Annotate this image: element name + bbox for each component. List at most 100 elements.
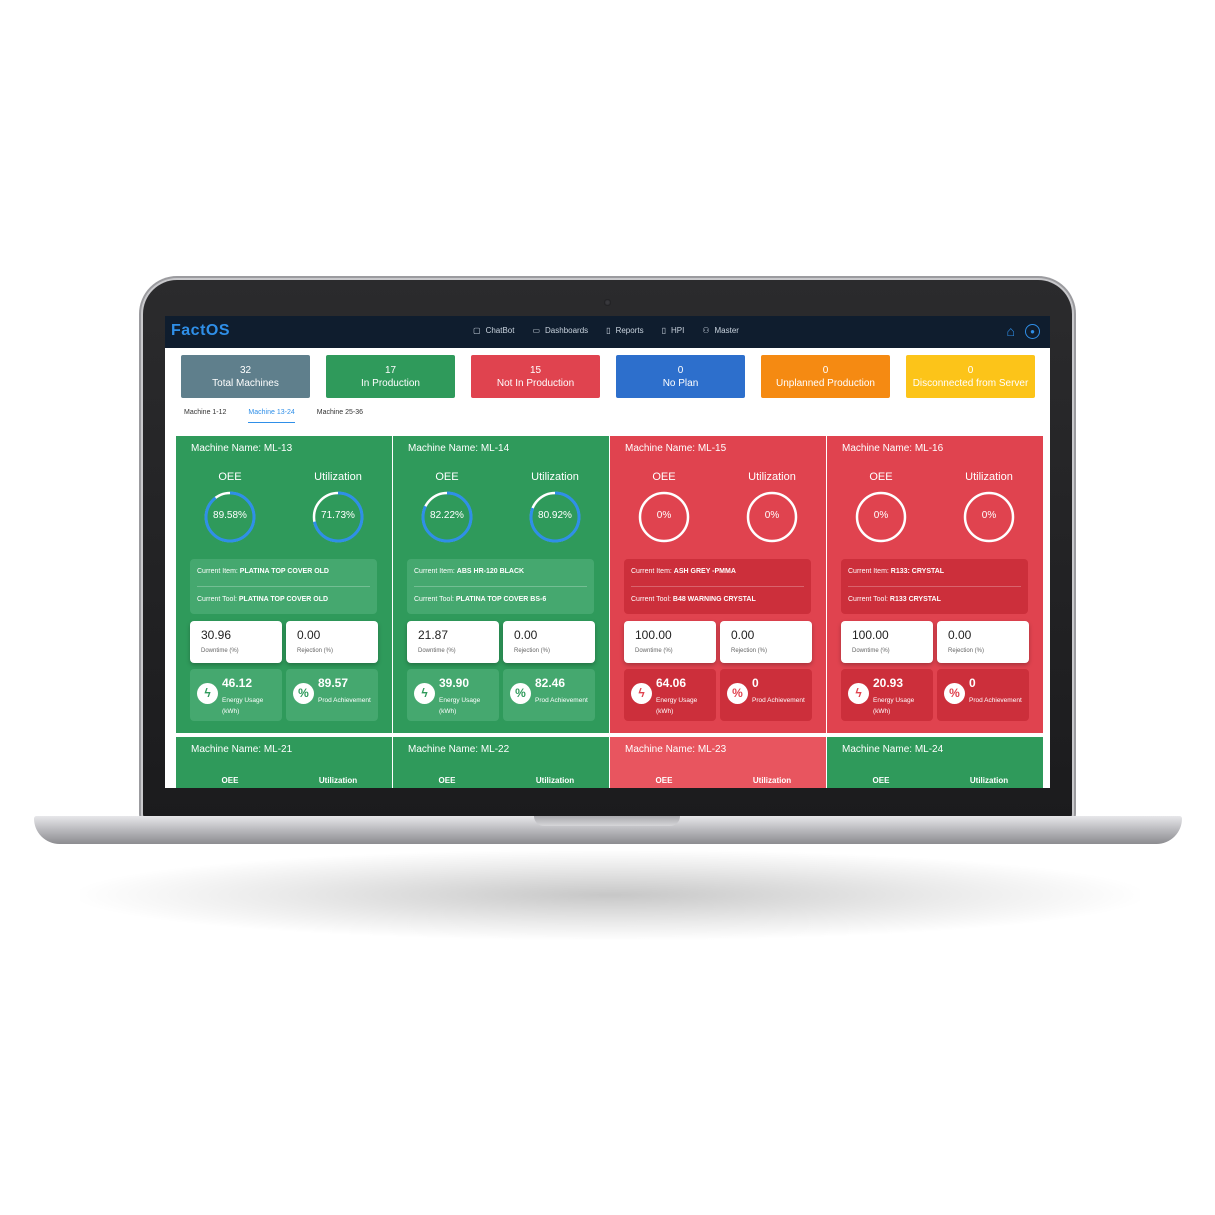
nav-item-dashboards[interactable]: ▭ Dashboards <box>532 326 588 335</box>
stat-count: 0 <box>677 364 684 376</box>
utilization-label: Utilization <box>535 776 575 785</box>
lightning-icon: ϟ <box>848 683 869 704</box>
gauge-labels: OEE Utilization <box>393 776 609 785</box>
info-divider <box>848 586 1021 587</box>
downtime-value: 100.00 <box>635 628 672 642</box>
user-profile-icon[interactable]: ● <box>1025 324 1040 339</box>
downtime-kpi: 30.96 Downtime (%) <box>190 621 282 663</box>
gauge-labels: OEE Utilization <box>610 471 826 483</box>
nav-item-reports[interactable]: ▯ Reports <box>606 326 643 335</box>
rejection-kpi: 0.00 Rejection (%) <box>286 621 378 663</box>
utilization-value: 0% <box>764 510 780 521</box>
utilization-value: 0% <box>981 510 997 521</box>
stat-card-unplanned-production[interactable]: 0 Unplanned Production <box>761 355 890 398</box>
downtime-label: Downtime (%) <box>201 648 239 654</box>
prod-achievement-tile: % 0 Prod Achievement <box>720 669 812 721</box>
tab-machine-range[interactable]: Machine 1-12 <box>184 409 226 423</box>
current-item-value: PLATINA TOP COVER OLD <box>239 568 329 575</box>
gauge-labels: OEE Utilization <box>827 776 1043 785</box>
current-item: Current Item: ASH GREY -PMMA <box>631 568 736 575</box>
utilization-label: Utilization <box>748 471 796 483</box>
stat-count: 17 <box>384 364 397 376</box>
stat-card-disconnected-from-server[interactable]: 0 Disconnected from Server <box>906 355 1035 398</box>
machine-card[interactable]: Machine Name: ML-14 OEE Utilization 82.22% 8… <box>393 436 609 733</box>
stat-card-no-plan[interactable]: 0 No Plan <box>616 355 745 398</box>
oee-label: OEE <box>221 776 239 785</box>
gauge-labels: OEE Utilization <box>393 471 609 483</box>
oee-label: OEE <box>869 471 893 483</box>
home-settings-icon[interactable]: ⌂ <box>1007 324 1015 339</box>
machine-name-prefix: Machine Name: <box>191 443 264 454</box>
stat-label: Not In Production <box>496 377 575 389</box>
machine-card[interactable]: Machine Name: ML-23 OEE Utilization <box>610 737 826 788</box>
current-tool-label: Current Tool: <box>848 596 890 603</box>
downtime-kpi: 21.87 Downtime (%) <box>407 621 499 663</box>
top-navbar: FactOS ▢ ChatBot ▭ Dashboards ▯ Reports ▯ HPI ⚇ M… <box>165 316 1050 348</box>
prod-achievement-tile: % 0 Prod Achievement <box>937 669 1029 721</box>
utilization-gauge-wrap: 71.73% <box>284 490 392 544</box>
current-tool-value: B48 WARNING CRYSTAL <box>672 596 756 603</box>
utilization-value: 71.73% <box>321 510 355 521</box>
main-nav: ▢ ChatBot ▭ Dashboards ▯ Reports ▯ HPI ⚇ Master <box>473 326 739 335</box>
current-job-info: Current Item: ASH GREY -PMMA Current Tool… <box>624 559 811 614</box>
machine-card[interactable]: Machine Name: ML-24 OEE Utilization <box>827 737 1043 788</box>
downtime-label: Downtime (%) <box>418 648 456 654</box>
oee-label: OEE <box>438 776 456 785</box>
current-item-value: ASH GREY -PMMA <box>673 568 736 575</box>
nav-item-label: Dashboards <box>545 326 589 335</box>
prod-value: 0 <box>969 676 976 690</box>
downtime-value: 30.96 <box>201 628 232 642</box>
stat-card-total-machines[interactable]: 32 Total Machines <box>181 355 310 398</box>
tab-machine-range[interactable]: Machine 25-36 <box>317 409 363 423</box>
gauges: 0% 0% <box>827 490 1043 544</box>
prod-value: 82.46 <box>535 676 566 690</box>
utilization-label: Utilization <box>531 471 579 483</box>
machine-card[interactable]: Machine Name: ML-13 OEE Utilization 89.58% 7… <box>176 436 392 733</box>
oee-gauge-wrap: 82.22% <box>393 490 501 544</box>
downtime-value: 21.87 <box>418 628 449 642</box>
current-tool: Current Tool: R133 CRYSTAL <box>848 596 941 603</box>
tab-machine-range[interactable]: Machine 13-24 <box>248 409 295 423</box>
stat-card-not-in-production[interactable]: 15 Not In Production <box>471 355 600 398</box>
nav-item-hpi[interactable]: ▯ HPI <box>662 326 685 335</box>
downtime-label: Downtime (%) <box>852 648 890 654</box>
current-tool: Current Tool: B48 WARNING CRYSTAL <box>631 596 756 603</box>
machine-card[interactable]: Machine Name: ML-15 OEE Utilization 0% 0% Cur… <box>610 436 826 733</box>
nav-item-master[interactable]: ⚇ Master <box>702 326 739 335</box>
machine-name-prefix: Machine Name: <box>625 443 698 454</box>
current-tool: Current Tool: PLATINA TOP COVER OLD <box>197 596 328 603</box>
machine-name-prefix: Machine Name: <box>842 744 915 755</box>
machine-name: Machine Name: ML-16 <box>842 443 943 454</box>
nav-item-label: Master <box>714 326 739 335</box>
oee-value: 89.58% <box>213 510 247 521</box>
machine-name-value: ML-23 <box>697 744 727 755</box>
prod-value: 89.57 <box>318 676 349 690</box>
info-divider <box>631 586 804 587</box>
stat-label: In Production <box>361 377 420 389</box>
machine-card[interactable]: Machine Name: ML-21 OEE Utilization <box>176 737 392 788</box>
percent-icon: % <box>510 683 531 704</box>
utilization-label: Utilization <box>318 776 358 785</box>
machine-card[interactable]: Machine Name: ML-22 OEE Utilization <box>393 737 609 788</box>
machine-name-value: ML-15 <box>697 443 727 454</box>
app-logo[interactable]: FactOS <box>171 322 230 340</box>
machine-card[interactable]: Machine Name: ML-16 OEE Utilization 0% 0% Cur… <box>827 436 1043 733</box>
lightning-icon: ϟ <box>631 683 652 704</box>
nav-item-chatbot[interactable]: ▢ ChatBot <box>473 326 514 335</box>
energy-usage-tile: ϟ 64.06 Energy Usage (kWh) <box>624 669 716 721</box>
nav-item-label: Reports <box>615 326 644 335</box>
percent-icon: % <box>944 683 965 704</box>
stat-card-in-production[interactable]: 17 In Production <box>326 355 455 398</box>
prod-achievement-tile: % 89.57 Prod Achievement <box>286 669 378 721</box>
gauge-labels: OEE Utilization <box>827 471 1043 483</box>
utilization-label: Utilization <box>969 776 1009 785</box>
status-summary: 32 Total Machines 17 In Production 15 Not In … <box>181 355 1035 398</box>
webcam <box>604 299 611 306</box>
oee-value: 0% <box>873 510 889 521</box>
current-tool-label: Current Tool: <box>631 596 673 603</box>
downtime-label: Downtime (%) <box>635 648 673 654</box>
machine-name-prefix: Machine Name: <box>408 744 481 755</box>
machine-name-prefix: Machine Name: <box>191 744 264 755</box>
energy-value: 20.93 <box>873 676 904 690</box>
machine-name-prefix: Machine Name: <box>842 443 915 454</box>
